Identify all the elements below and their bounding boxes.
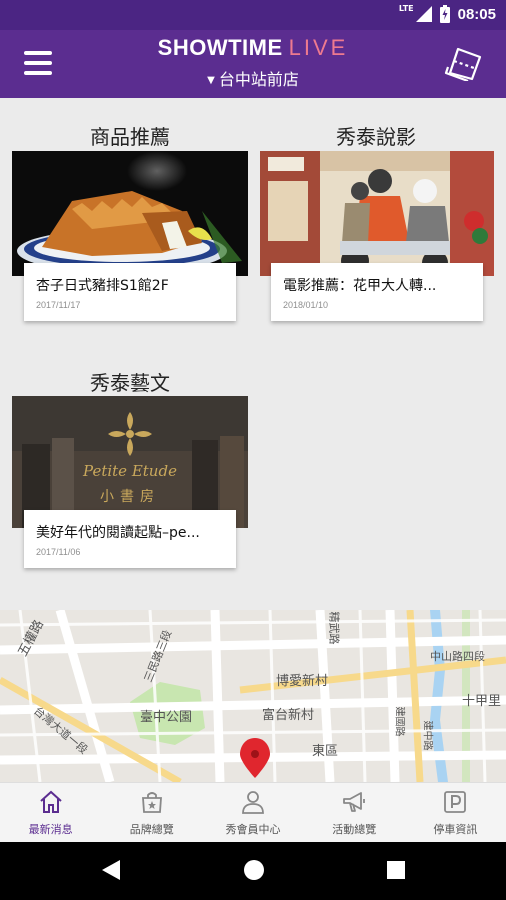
status-time: 08:05 bbox=[457, 5, 496, 23]
product-card[interactable]: 杏子日式豬排S1館2F 2017/11/17 bbox=[24, 263, 236, 321]
megaphone-icon bbox=[343, 792, 366, 812]
card-title: 電影推薦：花甲大人轉... bbox=[283, 278, 437, 294]
map-label: 建國路 bbox=[393, 706, 405, 737]
map-label: 博愛新村 bbox=[276, 674, 329, 689]
brand-name: SHOWTIME bbox=[157, 35, 283, 60]
network-type: LTE bbox=[398, 3, 414, 13]
card-title: 杏子日式豬排S1館2F bbox=[36, 278, 169, 294]
signal-icon bbox=[415, 6, 432, 22]
recent-apps-icon[interactable] bbox=[386, 860, 406, 880]
ticket-icon[interactable] bbox=[444, 45, 484, 81]
nav-item-parking[interactable]: 停車資訊 bbox=[405, 783, 506, 842]
map-view[interactable]: 五權路 三民路三段 精武路 中山路四段 十甲里 博愛新村 台灣大道一段 臺中公園… bbox=[0, 610, 506, 782]
branch-selector[interactable]: ▼ 台中站前店 bbox=[0, 66, 506, 90]
movie-card[interactable]: 電影推薦：花甲大人轉... 2018/01/10 bbox=[271, 263, 483, 321]
nav-item-events[interactable]: 活動總覽 bbox=[304, 783, 405, 842]
back-icon[interactable] bbox=[100, 858, 122, 882]
card-date: 2017/11/06 bbox=[36, 547, 81, 557]
map-label: 十甲里 bbox=[462, 694, 502, 709]
caret-down-icon: ▼ bbox=[207, 75, 215, 86]
bookstore-logo-text: Petite Etude bbox=[83, 462, 177, 480]
bookstore-logo-subtext: 小書房 bbox=[100, 489, 160, 505]
brand-live: LIVE bbox=[288, 35, 349, 60]
movie-still-photo bbox=[260, 151, 494, 276]
nav-label: 最新消息 bbox=[28, 823, 73, 836]
map-roads bbox=[0, 610, 506, 782]
map-label: 富台新村 bbox=[262, 708, 315, 723]
home-icon bbox=[39, 790, 62, 813]
section-title-arts: 秀泰藝文 bbox=[90, 371, 170, 395]
map-label: 東區 bbox=[312, 744, 339, 759]
nav-label: 活動總覽 bbox=[332, 823, 377, 836]
card-title: 美好年代的閱讀起點–pe... bbox=[36, 525, 200, 541]
nav-label: 停車資訊 bbox=[433, 823, 478, 836]
arts-image[interactable]: Petite Etude 小書房 bbox=[12, 396, 248, 528]
product-image[interactable] bbox=[12, 151, 248, 276]
section-title-products: 商品推薦 bbox=[90, 125, 170, 149]
shop-bag-icon bbox=[141, 792, 162, 813]
nav-label: 秀會員中心 bbox=[225, 823, 281, 836]
card-date: 2018/01/10 bbox=[283, 300, 329, 310]
map-label: 臺中公園 bbox=[140, 710, 193, 725]
map-label: 中山路四段 bbox=[430, 650, 485, 663]
arts-card[interactable]: 美好年代的閱讀起點–pe... 2017/11/06 bbox=[24, 510, 236, 568]
app-bar: SHOWTIME LIVE ▼ 台中站前店 bbox=[0, 30, 506, 98]
member-icon bbox=[242, 791, 264, 814]
bottom-navigation: 最新消息 品牌總覽 秀會員中心 活動總覽 停車資訊 bbox=[0, 782, 506, 842]
nav-item-member[interactable]: 秀會員中心 bbox=[202, 783, 303, 842]
status-bar: LTE 08:05 bbox=[0, 0, 506, 30]
branch-name: 台中站前店 bbox=[218, 70, 299, 89]
map-label: 建中路 bbox=[421, 720, 433, 751]
map-pin-icon bbox=[240, 738, 270, 778]
nav-item-news[interactable]: 最新消息 bbox=[0, 783, 101, 842]
battery-icon bbox=[439, 5, 450, 23]
nav-label: 品牌總覽 bbox=[129, 823, 174, 836]
parking-icon bbox=[444, 791, 467, 813]
movie-image[interactable] bbox=[260, 151, 494, 276]
system-navigation-bar bbox=[0, 842, 506, 900]
section-title-movies: 秀泰說影 bbox=[336, 125, 416, 149]
card-date: 2017/11/17 bbox=[36, 300, 81, 310]
nav-item-brands[interactable]: 品牌總覽 bbox=[101, 783, 202, 842]
food-photo bbox=[17, 151, 242, 273]
brand-logo: SHOWTIME LIVE bbox=[0, 35, 506, 61]
home-circle-icon[interactable] bbox=[242, 858, 266, 882]
map-label: 精武路 bbox=[327, 611, 341, 645]
